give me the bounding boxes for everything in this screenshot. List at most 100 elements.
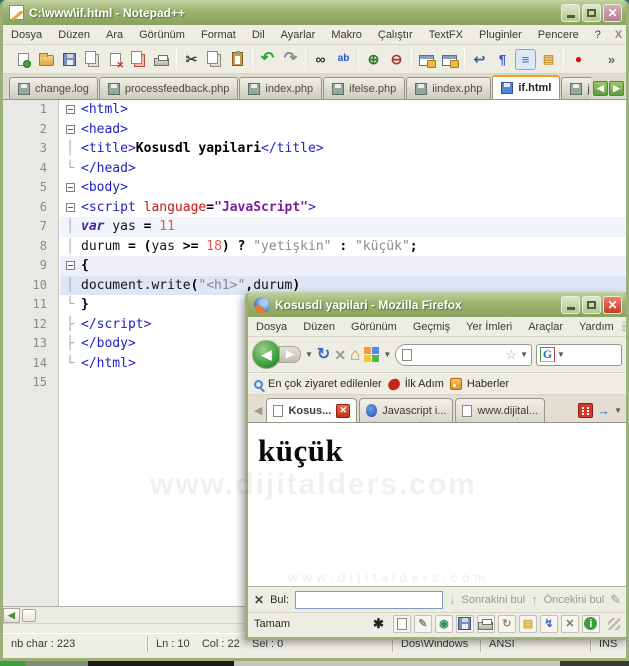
- editor-line-6[interactable]: 6 <script language="JavaScript">: [3, 198, 626, 218]
- undo-icon[interactable]: ↶: [257, 49, 278, 70]
- npp-tab-index-php[interactable]: index.php: [239, 77, 323, 99]
- search-box[interactable]: G ▼: [536, 343, 622, 366]
- show-all-chars-icon[interactable]: ¶: [492, 49, 513, 70]
- tab-scroll-left-icon[interactable]: ◀: [250, 404, 266, 417]
- ff-titlebar[interactable]: Kosusdl yapilari - Mozilla Firefox ✕: [248, 292, 626, 317]
- fold-margin-marker[interactable]: │: [59, 237, 81, 257]
- back-button[interactable]: ◀: [252, 340, 281, 369]
- copy-icon[interactable]: [204, 49, 225, 70]
- new-page-icon[interactable]: [392, 614, 411, 633]
- zoom-in-icon[interactable]: ⊕: [363, 49, 384, 70]
- list-all-tabs-icon[interactable]: [578, 402, 594, 418]
- reload-button[interactable]: ↻: [317, 346, 330, 363]
- web-developer-icon[interactable]: ◉: [434, 614, 453, 633]
- tab-scroll-left-icon[interactable]: ◀: [593, 81, 608, 96]
- npp-tab-iindex-php[interactable]: iindex.php: [406, 77, 492, 99]
- npp-menu-textfx[interactable]: TextFX: [421, 27, 471, 43]
- redo-icon[interactable]: ↷: [280, 49, 301, 70]
- npp-menu-pencere[interactable]: Pencere: [530, 27, 587, 43]
- grid-dropdown-icon[interactable]: ▼: [383, 350, 391, 359]
- editor-line-2[interactable]: 2 <head>: [3, 120, 626, 140]
- npp-menu-format[interactable]: Format: [193, 27, 244, 43]
- ff-menu-dosya[interactable]: Dosya: [248, 319, 295, 335]
- url-dropdown-icon[interactable]: ▼: [520, 350, 528, 359]
- info-icon[interactable]: i: [581, 614, 600, 633]
- fold-margin-marker[interactable]: [59, 256, 81, 276]
- cut-icon[interactable]: ✂: [181, 49, 202, 70]
- highlight-pencil-icon[interactable]: ✎: [610, 592, 621, 608]
- print-icon[interactable]: [476, 614, 495, 633]
- fold-margin-marker[interactable]: [59, 178, 81, 198]
- npp-menu--al-t-r[interactable]: Çalıştır: [370, 27, 421, 43]
- url-bar[interactable]: ☆ ▼: [395, 343, 532, 366]
- search-engine-dropdown-icon[interactable]: ▼: [557, 350, 565, 359]
- fold-margin-marker[interactable]: │: [59, 276, 81, 296]
- npp-menu-g-r-n-m[interactable]: Görünüm: [131, 27, 193, 43]
- fold-margin-marker[interactable]: [59, 120, 81, 140]
- npp-doc-close-icon[interactable]: X: [609, 29, 628, 41]
- editor-line-4[interactable]: 4 └ </head>: [3, 159, 626, 179]
- tab-close-icon[interactable]: ✕: [336, 403, 351, 418]
- fold-margin-marker[interactable]: [59, 100, 81, 120]
- ff-menu-d-zen[interactable]: Düzen: [295, 319, 343, 335]
- toolbar-overflow-icon[interactable]: »: [601, 49, 622, 70]
- tab-scroll-right-icon[interactable]: ▶: [609, 81, 624, 96]
- ff-maximize-button[interactable]: [582, 295, 601, 314]
- find-close-icon[interactable]: ✕: [254, 593, 264, 607]
- replace-icon[interactable]: ab: [333, 49, 354, 70]
- ff-tab-www-dijital-[interactable]: www.dijital...: [455, 398, 545, 422]
- npp-menu-ara[interactable]: Ara: [98, 27, 131, 43]
- doc-map-icon[interactable]: ▤: [538, 49, 559, 70]
- save-icon[interactable]: [59, 49, 80, 70]
- open-folder-icon[interactable]: [36, 49, 57, 70]
- find-next-button[interactable]: Sonrakini bul: [462, 594, 526, 606]
- close-file-icon[interactable]: [105, 49, 126, 70]
- npp-tab-if-html[interactable]: if.html: [492, 75, 561, 99]
- npp-menu-dosya[interactable]: Dosya: [3, 27, 50, 43]
- fold-margin-marker[interactable]: │: [59, 217, 81, 237]
- ff-resize-grip[interactable]: [608, 617, 620, 630]
- paste-icon[interactable]: [227, 49, 248, 70]
- editor-line-7[interactable]: 7 │ var yas = 11: [3, 217, 626, 237]
- tab-dropdown-icon[interactable]: ▼: [614, 406, 622, 415]
- word-wrap-icon[interactable]: ↩: [469, 49, 490, 70]
- editor-line-1[interactable]: 1 <html>: [3, 100, 626, 120]
- editor-line-8[interactable]: 8 │ durum = (yas >= 18) ? "yetişkin" : "kü…: [3, 237, 626, 257]
- history-dropdown-icon[interactable]: ▼: [305, 350, 313, 359]
- npp-tab-processfeedback-php[interactable]: processfeedback.php: [98, 77, 239, 99]
- find-icon[interactable]: ∞: [310, 49, 331, 70]
- stop-button[interactable]: ✕: [334, 348, 346, 362]
- find-next-arrow-icon[interactable]: ↓: [449, 592, 456, 607]
- new-file-icon[interactable]: [13, 49, 34, 70]
- ff-menu-g-r-n-m[interactable]: Görünüm: [343, 319, 405, 335]
- fold-margin-marker[interactable]: [59, 373, 81, 393]
- find-prev-button[interactable]: Öncekini bul: [544, 594, 605, 606]
- ff-close-button[interactable]: ✕: [603, 295, 622, 314]
- ff-menu-yer-i-mleri[interactable]: Yer İmleri: [458, 319, 520, 335]
- npp-minimize-button[interactable]: [561, 3, 580, 22]
- fold-margin-marker[interactable]: └: [59, 295, 81, 315]
- scroll-left-icon[interactable]: ◀: [3, 607, 20, 623]
- fold-margin-marker[interactable]: └: [59, 354, 81, 374]
- sync-vertical-icon[interactable]: [416, 49, 437, 70]
- zoom-out-icon[interactable]: ⊖: [386, 49, 407, 70]
- fold-margin-marker[interactable]: [59, 198, 81, 218]
- bookmark-i-lk-ad-m[interactable]: İlk Adım: [386, 377, 444, 391]
- npp-menu-ayarlar[interactable]: Ayarlar: [273, 27, 324, 43]
- ff-tab-Kosus-[interactable]: Kosus... ✕: [266, 398, 358, 422]
- editor-line-3[interactable]: 3 │ <title>Kosusdl yapilari</title>: [3, 139, 626, 159]
- bug-icon[interactable]: ✱: [373, 616, 384, 632]
- npp-menu-pluginler[interactable]: Pluginler: [471, 27, 530, 43]
- ff-menu-ara-lar[interactable]: Araçlar: [520, 319, 571, 335]
- home-button[interactable]: ⌂: [350, 346, 360, 363]
- bookmark-star-icon[interactable]: ☆: [505, 347, 517, 363]
- ff-tab-Javascript-i-[interactable]: Javascript i...: [359, 398, 454, 422]
- note-icon[interactable]: ▤: [518, 614, 537, 633]
- npp-menu-d-zen[interactable]: Düzen: [50, 27, 98, 43]
- ff-menu-ge-mi-[interactable]: Geçmiş: [405, 319, 458, 335]
- fold-margin-marker[interactable]: ├: [59, 334, 81, 354]
- close-all-icon[interactable]: [128, 49, 149, 70]
- sync-horizontal-icon[interactable]: [439, 49, 460, 70]
- editor-line-5[interactable]: 5 <body>: [3, 178, 626, 198]
- ff-menu-yard-m[interactable]: Yardım: [571, 319, 622, 335]
